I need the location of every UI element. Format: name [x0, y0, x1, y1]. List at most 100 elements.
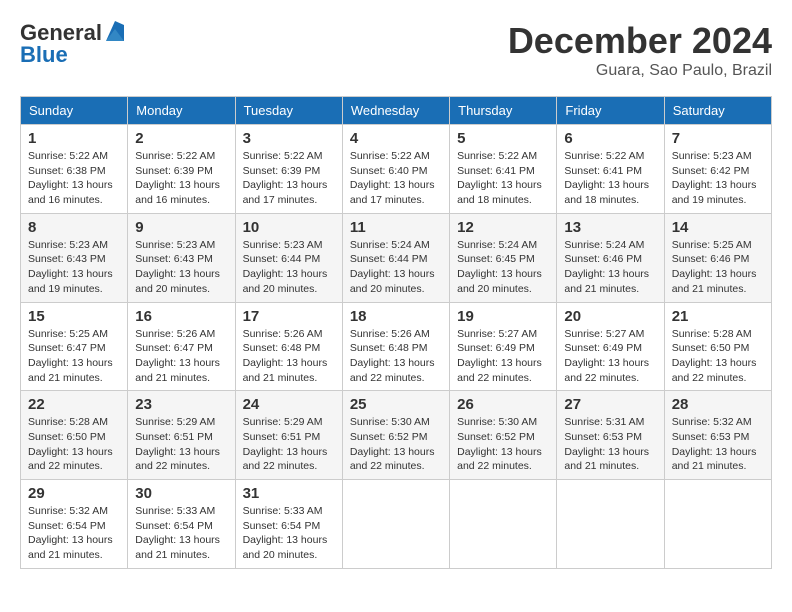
day-number: 21: [672, 308, 764, 325]
day-info: Sunrise: 5:26 AM Sunset: 6:48 PM Dayligh…: [350, 327, 442, 386]
day-cell-7: 7 Sunrise: 5:23 AM Sunset: 6:42 PM Dayli…: [664, 125, 771, 214]
day-cell-27: 27 Sunrise: 5:31 AM Sunset: 6:53 PM Dayl…: [557, 391, 664, 480]
day-number: 12: [457, 219, 549, 236]
calendar-header-row: Sunday Monday Tuesday Wednesday Thursday…: [21, 97, 772, 125]
day-cell-13: 13 Sunrise: 5:24 AM Sunset: 6:46 PM Dayl…: [557, 213, 664, 302]
day-info: Sunrise: 5:28 AM Sunset: 6:50 PM Dayligh…: [672, 327, 764, 386]
day-cell-4: 4 Sunrise: 5:22 AM Sunset: 6:40 PM Dayli…: [342, 125, 449, 214]
day-number: 17: [243, 308, 335, 325]
day-info: Sunrise: 5:33 AM Sunset: 6:54 PM Dayligh…: [135, 504, 227, 563]
day-number: 16: [135, 308, 227, 325]
day-number: 2: [135, 130, 227, 147]
day-cell-14: 14 Sunrise: 5:25 AM Sunset: 6:46 PM Dayl…: [664, 213, 771, 302]
day-info: Sunrise: 5:22 AM Sunset: 6:41 PM Dayligh…: [457, 149, 549, 208]
day-number: 15: [28, 308, 120, 325]
day-number: 14: [672, 219, 764, 236]
day-number: 5: [457, 130, 549, 147]
header-friday: Friday: [557, 97, 664, 125]
day-info: Sunrise: 5:24 AM Sunset: 6:46 PM Dayligh…: [564, 238, 656, 297]
day-number: 20: [564, 308, 656, 325]
day-number: 10: [243, 219, 335, 236]
empty-cell: [450, 480, 557, 569]
day-info: Sunrise: 5:26 AM Sunset: 6:48 PM Dayligh…: [243, 327, 335, 386]
day-info: Sunrise: 5:29 AM Sunset: 6:51 PM Dayligh…: [135, 415, 227, 474]
day-info: Sunrise: 5:22 AM Sunset: 6:40 PM Dayligh…: [350, 149, 442, 208]
day-number: 8: [28, 219, 120, 236]
calendar-table: Sunday Monday Tuesday Wednesday Thursday…: [20, 96, 772, 569]
day-info: Sunrise: 5:23 AM Sunset: 6:43 PM Dayligh…: [28, 238, 120, 297]
day-cell-5: 5 Sunrise: 5:22 AM Sunset: 6:41 PM Dayli…: [450, 125, 557, 214]
day-cell-3: 3 Sunrise: 5:22 AM Sunset: 6:39 PM Dayli…: [235, 125, 342, 214]
day-cell-2: 2 Sunrise: 5:22 AM Sunset: 6:39 PM Dayli…: [128, 125, 235, 214]
logo-bird-icon: [106, 21, 124, 41]
day-info: Sunrise: 5:26 AM Sunset: 6:47 PM Dayligh…: [135, 327, 227, 386]
week-row-1: 1 Sunrise: 5:22 AM Sunset: 6:38 PM Dayli…: [21, 125, 772, 214]
month-title: December 2024: [508, 20, 772, 62]
empty-cell: [342, 480, 449, 569]
day-number: 19: [457, 308, 549, 325]
day-cell-17: 17 Sunrise: 5:26 AM Sunset: 6:48 PM Dayl…: [235, 302, 342, 391]
day-number: 29: [28, 485, 120, 502]
day-info: Sunrise: 5:22 AM Sunset: 6:39 PM Dayligh…: [243, 149, 335, 208]
day-cell-24: 24 Sunrise: 5:29 AM Sunset: 6:51 PM Dayl…: [235, 391, 342, 480]
day-info: Sunrise: 5:22 AM Sunset: 6:38 PM Dayligh…: [28, 149, 120, 208]
day-number: 24: [243, 396, 335, 413]
header-saturday: Saturday: [664, 97, 771, 125]
day-number: 4: [350, 130, 442, 147]
day-cell-23: 23 Sunrise: 5:29 AM Sunset: 6:51 PM Dayl…: [128, 391, 235, 480]
day-info: Sunrise: 5:32 AM Sunset: 6:54 PM Dayligh…: [28, 504, 120, 563]
day-number: 1: [28, 130, 120, 147]
day-cell-8: 8 Sunrise: 5:23 AM Sunset: 6:43 PM Dayli…: [21, 213, 128, 302]
day-info: Sunrise: 5:33 AM Sunset: 6:54 PM Dayligh…: [243, 504, 335, 563]
location: Guara, Sao Paulo, Brazil: [508, 62, 772, 80]
day-cell-21: 21 Sunrise: 5:28 AM Sunset: 6:50 PM Dayl…: [664, 302, 771, 391]
day-cell-20: 20 Sunrise: 5:27 AM Sunset: 6:49 PM Dayl…: [557, 302, 664, 391]
day-cell-1: 1 Sunrise: 5:22 AM Sunset: 6:38 PM Dayli…: [21, 125, 128, 214]
day-cell-19: 19 Sunrise: 5:27 AM Sunset: 6:49 PM Dayl…: [450, 302, 557, 391]
day-cell-26: 26 Sunrise: 5:30 AM Sunset: 6:52 PM Dayl…: [450, 391, 557, 480]
day-cell-15: 15 Sunrise: 5:25 AM Sunset: 6:47 PM Dayl…: [21, 302, 128, 391]
day-number: 6: [564, 130, 656, 147]
day-number: 18: [350, 308, 442, 325]
day-number: 25: [350, 396, 442, 413]
empty-cell: [557, 480, 664, 569]
day-info: Sunrise: 5:31 AM Sunset: 6:53 PM Dayligh…: [564, 415, 656, 474]
day-number: 13: [564, 219, 656, 236]
header-sunday: Sunday: [21, 97, 128, 125]
week-row-4: 22 Sunrise: 5:28 AM Sunset: 6:50 PM Dayl…: [21, 391, 772, 480]
day-number: 26: [457, 396, 549, 413]
day-cell-30: 30 Sunrise: 5:33 AM Sunset: 6:54 PM Dayl…: [128, 480, 235, 569]
header-monday: Monday: [128, 97, 235, 125]
day-number: 9: [135, 219, 227, 236]
day-info: Sunrise: 5:25 AM Sunset: 6:47 PM Dayligh…: [28, 327, 120, 386]
day-info: Sunrise: 5:23 AM Sunset: 6:44 PM Dayligh…: [243, 238, 335, 297]
day-cell-25: 25 Sunrise: 5:30 AM Sunset: 6:52 PM Dayl…: [342, 391, 449, 480]
day-info: Sunrise: 5:22 AM Sunset: 6:41 PM Dayligh…: [564, 149, 656, 208]
day-number: 22: [28, 396, 120, 413]
day-info: Sunrise: 5:22 AM Sunset: 6:39 PM Dayligh…: [135, 149, 227, 208]
day-cell-16: 16 Sunrise: 5:26 AM Sunset: 6:47 PM Dayl…: [128, 302, 235, 391]
day-number: 11: [350, 219, 442, 236]
day-info: Sunrise: 5:30 AM Sunset: 6:52 PM Dayligh…: [350, 415, 442, 474]
header-thursday: Thursday: [450, 97, 557, 125]
logo: General Blue: [20, 20, 124, 68]
page-header: General Blue December 2024 Guara, Sao Pa…: [20, 20, 772, 80]
day-number: 23: [135, 396, 227, 413]
day-info: Sunrise: 5:32 AM Sunset: 6:53 PM Dayligh…: [672, 415, 764, 474]
week-row-5: 29 Sunrise: 5:32 AM Sunset: 6:54 PM Dayl…: [21, 480, 772, 569]
day-number: 30: [135, 485, 227, 502]
week-row-2: 8 Sunrise: 5:23 AM Sunset: 6:43 PM Dayli…: [21, 213, 772, 302]
day-info: Sunrise: 5:23 AM Sunset: 6:42 PM Dayligh…: [672, 149, 764, 208]
day-info: Sunrise: 5:28 AM Sunset: 6:50 PM Dayligh…: [28, 415, 120, 474]
day-cell-11: 11 Sunrise: 5:24 AM Sunset: 6:44 PM Dayl…: [342, 213, 449, 302]
day-number: 27: [564, 396, 656, 413]
day-cell-31: 31 Sunrise: 5:33 AM Sunset: 6:54 PM Dayl…: [235, 480, 342, 569]
day-info: Sunrise: 5:27 AM Sunset: 6:49 PM Dayligh…: [564, 327, 656, 386]
day-number: 7: [672, 130, 764, 147]
header-tuesday: Tuesday: [235, 97, 342, 125]
empty-cell: [664, 480, 771, 569]
day-cell-18: 18 Sunrise: 5:26 AM Sunset: 6:48 PM Dayl…: [342, 302, 449, 391]
day-cell-10: 10 Sunrise: 5:23 AM Sunset: 6:44 PM Dayl…: [235, 213, 342, 302]
day-info: Sunrise: 5:23 AM Sunset: 6:43 PM Dayligh…: [135, 238, 227, 297]
day-info: Sunrise: 5:29 AM Sunset: 6:51 PM Dayligh…: [243, 415, 335, 474]
